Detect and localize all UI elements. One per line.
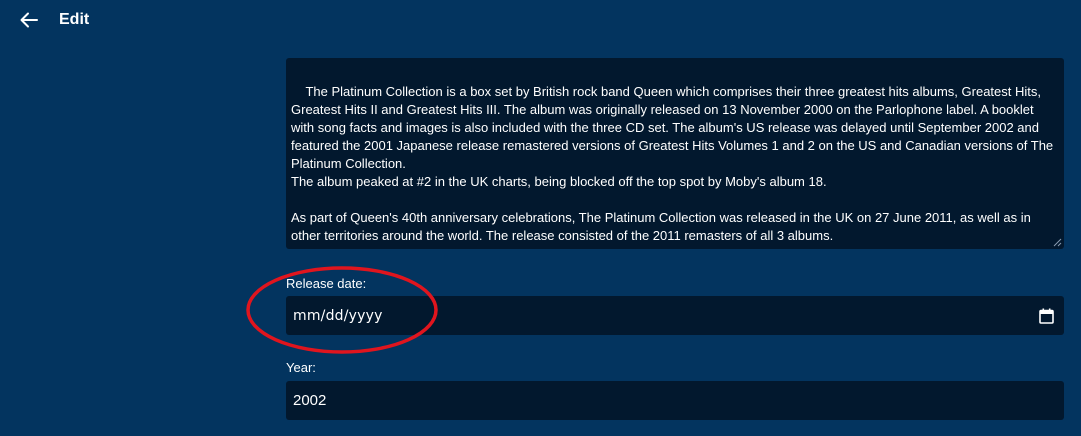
- app-header: Edit: [0, 0, 1081, 40]
- description-text: The Platinum Collection is a box set by …: [291, 84, 1054, 243]
- calendar-icon[interactable]: [1039, 308, 1054, 324]
- resize-grip-icon[interactable]: [1053, 238, 1062, 247]
- description-textarea[interactable]: The Platinum Collection is a box set by …: [286, 58, 1064, 249]
- year-label: Year:: [286, 360, 316, 375]
- year-value: 2002: [293, 392, 327, 409]
- release-date-input[interactable]: mm/dd/yyyy: [286, 296, 1064, 335]
- edit-page: Edit The Platinum Collection is a box se…: [0, 0, 1081, 436]
- arrow-left-icon: [20, 12, 38, 28]
- release-date-placeholder: mm/dd/yyyy: [293, 307, 383, 324]
- release-date-label: Release date:: [286, 276, 367, 291]
- back-button[interactable]: [14, 6, 44, 34]
- year-input[interactable]: 2002: [286, 381, 1064, 420]
- page-title: Edit: [59, 11, 90, 28]
